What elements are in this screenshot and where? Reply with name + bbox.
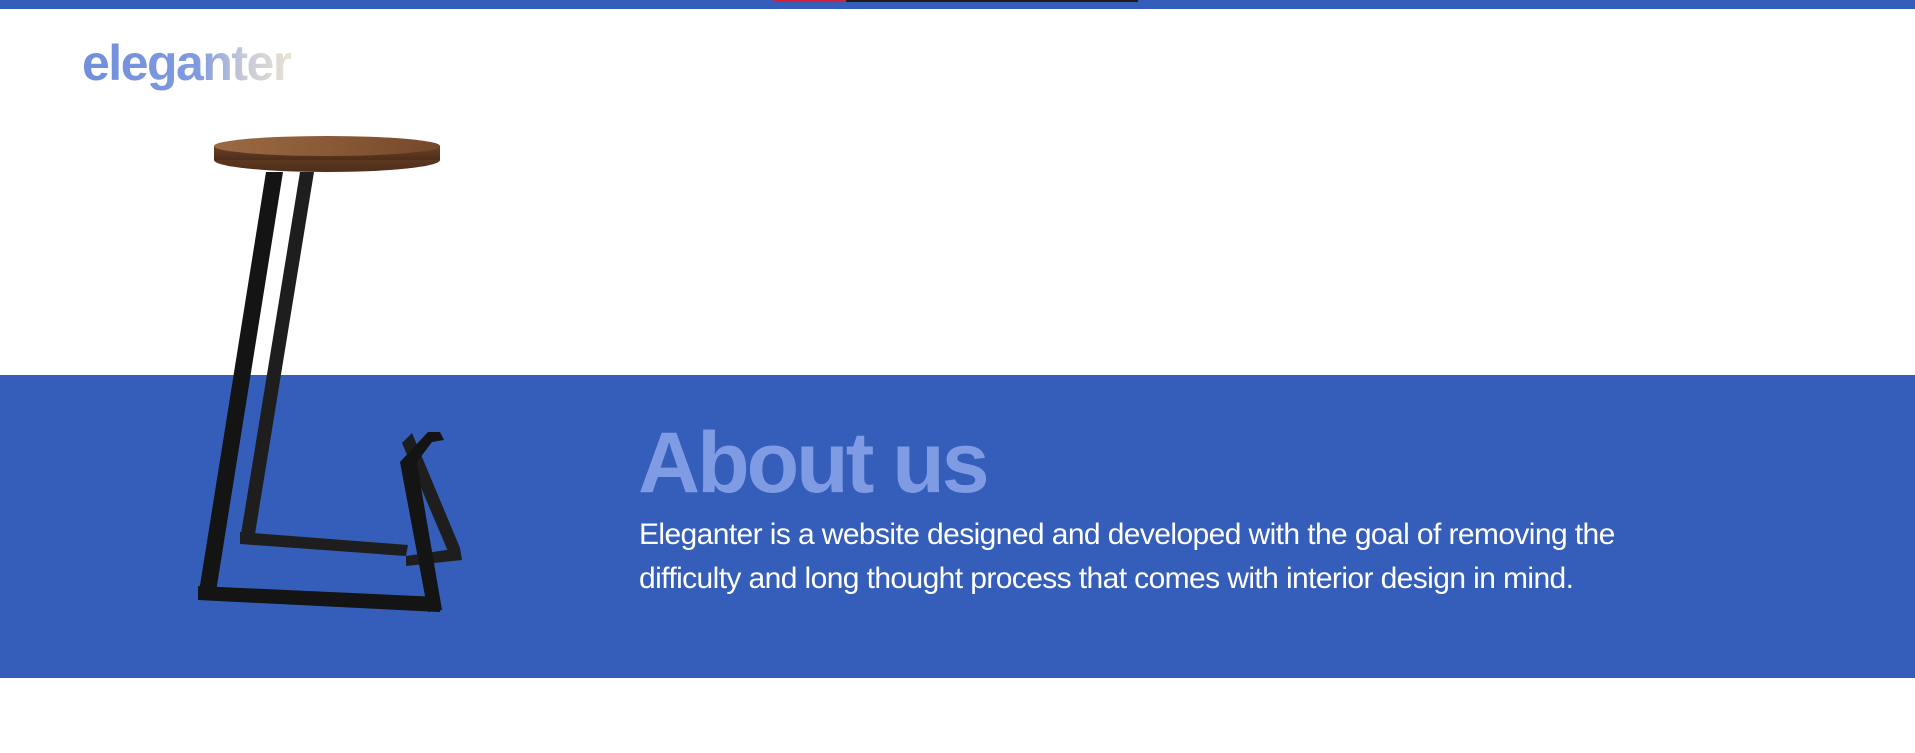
- about-description: Eleganter is a website designed and deve…: [639, 518, 1615, 595]
- stool-seat: [214, 136, 440, 172]
- about-heading: About us: [638, 415, 990, 511]
- stool-image: [198, 136, 462, 612]
